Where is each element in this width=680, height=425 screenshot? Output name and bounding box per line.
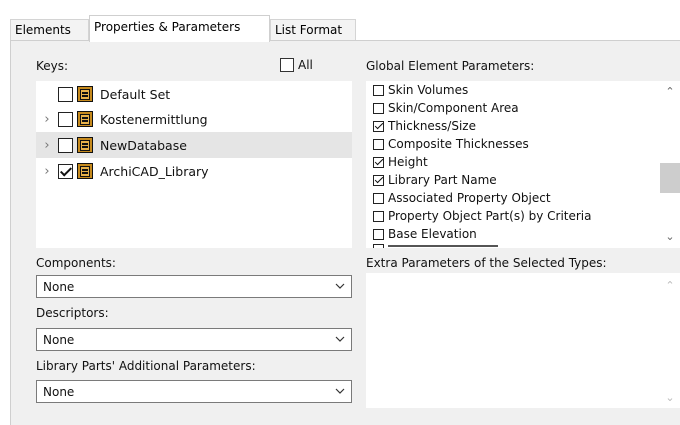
- param-label: Associated Property Object: [388, 191, 551, 205]
- param-item[interactable]: Skin Volumes: [373, 81, 468, 99]
- param-checkbox[interactable]: [373, 174, 384, 186]
- tab-elements[interactable]: Elements: [10, 19, 89, 41]
- param-checkbox[interactable]: [373, 192, 384, 204]
- chevron-down-icon: [335, 336, 345, 342]
- param-label: Composite Thicknesses: [388, 137, 529, 151]
- tree-item-default-set[interactable]: Default Set: [36, 81, 352, 107]
- tree-item-label: NewDatabase: [100, 137, 187, 153]
- param-checkbox[interactable]: [373, 84, 384, 96]
- descriptors-value: None: [43, 332, 75, 347]
- database-icon: [76, 136, 94, 154]
- tree-item-label: Default Set: [100, 86, 171, 102]
- param-checkbox[interactable]: [373, 210, 384, 222]
- param-label: Skin Volumes: [388, 83, 469, 97]
- library-params-select[interactable]: None: [36, 380, 352, 403]
- tree-item-newdatabase[interactable]: › NewDatabase: [36, 132, 352, 158]
- keys-tree[interactable]: Default Set › Kostenermittlung › NewData…: [36, 81, 352, 248]
- param-label: Library Part Name: [388, 173, 497, 187]
- param-item[interactable]: Property Object Part(s) by Criteria: [373, 207, 592, 225]
- param-label: Height: [388, 155, 428, 169]
- param-item[interactable]: Height: [373, 153, 428, 171]
- param-item[interactable]: Library Part Name: [373, 171, 497, 189]
- tab-list-format[interactable]: List Format: [270, 19, 356, 41]
- chevron-down-icon: [335, 388, 345, 394]
- library-params-value: None: [43, 384, 75, 399]
- scroll-down-icon[interactable]: ⌄: [664, 231, 676, 243]
- global-params-list[interactable]: Skin Volumes Skin/Component Area Thickne…: [366, 81, 680, 248]
- tree-checkbox[interactable]: [58, 137, 73, 153]
- param-item[interactable]: Associated Property Object: [373, 189, 551, 207]
- chevron-right-icon[interactable]: ›: [36, 164, 58, 179]
- param-item[interactable]: Skin/Component Area: [373, 99, 519, 117]
- tree-checkbox[interactable]: [58, 111, 73, 127]
- descriptors-select[interactable]: None: [36, 328, 352, 351]
- descriptors-label: Descriptors:: [36, 306, 109, 320]
- param-label: Property Object Part(s) by Criteria: [388, 209, 592, 223]
- tab-properties-parameters[interactable]: Properties & Parameters: [89, 15, 270, 42]
- components-value: None: [43, 279, 75, 294]
- chevron-right-icon[interactable]: ›: [36, 112, 58, 127]
- param-checkbox-partial: [373, 244, 384, 248]
- library-params-label: Library Parts' Additional Parameters:: [36, 359, 256, 373]
- param-item[interactable]: Base Elevation: [373, 225, 477, 243]
- tree-item-label: ArchiCAD_Library: [100, 163, 209, 179]
- param-label-clipped: [388, 244, 498, 248]
- chevron-right-icon[interactable]: ›: [36, 138, 58, 153]
- param-item[interactable]: Thickness/Size: [373, 117, 476, 135]
- all-checkbox[interactable]: [280, 58, 294, 72]
- scroll-up-icon[interactable]: ⌃: [664, 280, 676, 292]
- param-checkbox[interactable]: [373, 156, 384, 168]
- param-checkbox[interactable]: [373, 102, 384, 114]
- scrollbar-thumb[interactable]: [660, 163, 680, 193]
- global-params-label: Global Element Parameters:: [366, 59, 535, 73]
- scroll-down-icon[interactable]: ⌄: [664, 392, 676, 404]
- param-label: Thickness/Size: [388, 119, 476, 133]
- tree-checkbox[interactable]: [58, 163, 73, 179]
- tree-checkbox[interactable]: [58, 86, 73, 102]
- tree-item-archicad-library[interactable]: › ArchiCAD_Library: [36, 158, 352, 184]
- param-checkbox[interactable]: [373, 228, 384, 240]
- components-select[interactable]: None: [36, 275, 352, 298]
- chevron-down-icon: [335, 283, 345, 289]
- scroll-up-icon[interactable]: ⌃: [664, 86, 676, 98]
- tree-item-kostenermittlung[interactable]: › Kostenermittlung: [36, 106, 352, 132]
- database-icon: [76, 162, 94, 180]
- param-checkbox[interactable]: [373, 120, 384, 132]
- all-label: All: [298, 58, 313, 72]
- tab-bar: Elements Properties & Parameters List Fo…: [10, 15, 680, 42]
- extra-params-label: Extra Parameters of the Selected Types:: [366, 256, 607, 270]
- keys-label: Keys:: [36, 59, 69, 73]
- param-label: Skin/Component Area: [388, 101, 519, 115]
- param-checkbox[interactable]: [373, 138, 384, 150]
- extra-params-list[interactable]: [366, 273, 680, 408]
- tree-item-label: Kostenermittlung: [100, 111, 208, 127]
- database-icon: [76, 110, 94, 128]
- database-icon: [76, 85, 94, 103]
- param-item[interactable]: Composite Thicknesses: [373, 135, 529, 153]
- param-label: Base Elevation: [388, 227, 477, 241]
- all-toggle[interactable]: All: [280, 58, 313, 72]
- components-label: Components:: [36, 256, 116, 270]
